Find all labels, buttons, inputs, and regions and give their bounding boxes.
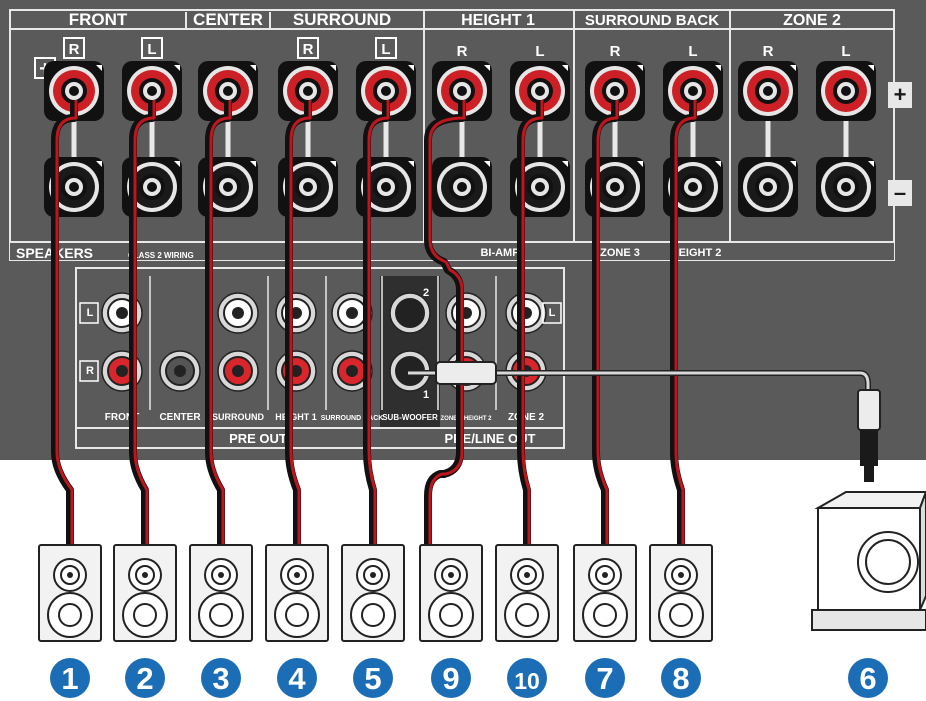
preout-label-zone2: ZONE 2 — [508, 412, 545, 423]
badge-speaker-1-number: 1 — [61, 661, 78, 696]
channel-label-height1-l: L — [535, 43, 544, 60]
terminal-negative-6[interactable] — [432, 157, 492, 217]
channel-label-surround-r: R — [303, 41, 314, 58]
badge-speaker-2: 2 — [125, 658, 165, 698]
preout-l-right: L — [549, 307, 556, 319]
badge-speaker-1: 1 — [50, 658, 90, 698]
sub-number-2: 2 — [423, 287, 429, 299]
badge-subwoofer: 6 — [848, 658, 888, 698]
rca-jack-6-top[interactable] — [389, 292, 431, 334]
terminal-negative-11[interactable] — [816, 157, 876, 217]
sub-number-1: 1 — [423, 389, 429, 401]
channel-label-front-r: R — [69, 41, 80, 58]
biamp-label: BI-AMP — [480, 247, 519, 259]
rca-jack-7-top[interactable] — [445, 292, 487, 334]
speaker-3 — [189, 544, 253, 642]
speaker-4 — [265, 544, 329, 642]
badge-speaker-4: 4 — [277, 658, 317, 698]
terminal-positive-10[interactable] — [738, 61, 798, 121]
rca-jack-8-top[interactable] — [505, 292, 547, 334]
subwoofer — [811, 491, 926, 631]
class2-label: CLASS 2 WIRING — [128, 251, 194, 260]
channel-label-surround-l: L — [381, 41, 390, 58]
height2-label: HEIGHT 2 — [671, 247, 722, 259]
channel-label-zone2-l: L — [841, 43, 850, 60]
preout-label-height1: HEIGHT 1 — [275, 412, 317, 422]
channel-label-front-l: L — [147, 41, 156, 58]
badge-subwoofer-number: 6 — [859, 661, 876, 696]
preout-label-surround: SURROUND — [212, 412, 265, 422]
preout-label-subwoofer: SUB-WOOFER — [382, 413, 438, 422]
rca-jack-3-top[interactable] — [217, 292, 259, 334]
badge-speaker-8: 8 — [661, 658, 701, 698]
rca-jack-3-bottom[interactable] — [217, 350, 259, 392]
terminal-negative-10[interactable] — [738, 157, 798, 217]
number-badges: 1 2 3 4 5 9 10 7 8 6 — [50, 658, 888, 698]
badge-speaker-8-number: 8 — [672, 661, 689, 696]
badge-speaker-5: 5 — [353, 658, 393, 698]
badge-speaker-9-number: 9 — [442, 661, 459, 696]
plus-marker-right: + — [894, 82, 907, 107]
speaker-10 — [495, 544, 559, 642]
speaker-7 — [573, 544, 637, 642]
rca-jack-2-bottom[interactable] — [159, 350, 201, 392]
speaker-8 — [649, 544, 713, 642]
preout-label-zone3-height2: ZONE 3 HEIGHT 2 — [440, 416, 492, 422]
channel-label-sb-l: L — [688, 43, 697, 60]
group-label-zone2: ZONE 2 — [783, 12, 841, 29]
badge-speaker-10: 10 — [507, 658, 547, 698]
preout-label-center: CENTER — [159, 412, 201, 423]
terminal-positive-11[interactable] — [816, 61, 876, 121]
badge-speaker-3-number: 3 — [212, 661, 229, 696]
group-label-surround: SURROUND — [293, 10, 391, 29]
badge-speaker-4-number: 4 — [288, 661, 306, 696]
badge-speaker-9: 9 — [431, 658, 471, 698]
group-label-height1: HEIGHT 1 — [461, 12, 535, 29]
preout-label-surround-back: SURROUND BACK — [321, 415, 384, 422]
badge-speaker-7-number: 7 — [596, 661, 613, 696]
zone3-label: ZONE 3 — [600, 247, 640, 259]
preout-l-left: L — [87, 307, 94, 319]
rca-jack-4-top[interactable] — [275, 292, 317, 334]
badge-speaker-3: 3 — [201, 658, 241, 698]
speaker-1 — [38, 544, 102, 642]
badge-speaker-7: 7 — [585, 658, 625, 698]
group-label-front: FRONT — [69, 10, 128, 29]
speaker-5 — [341, 544, 405, 642]
speaker-9 — [419, 544, 483, 642]
group-label-center: CENTER — [193, 10, 263, 29]
preout-r-left: R — [86, 365, 94, 377]
speaker-row — [38, 544, 713, 642]
channel-label-height1-r: R — [457, 43, 468, 60]
rca-jack-4-bottom[interactable] — [275, 350, 317, 392]
badge-speaker-5-number: 5 — [364, 661, 381, 696]
channel-label-zone2-r: R — [763, 43, 774, 60]
group-label-surround-back: SURROUND BACK — [585, 12, 719, 29]
badge-speaker-2-number: 2 — [136, 661, 153, 696]
pre-out-label: PRE OUT — [229, 431, 287, 446]
connection-diagram: FRONT CENTER SURROUND HEIGHT 1 SURROUND … — [0, 0, 926, 698]
speaker-2 — [113, 544, 177, 642]
channel-label-sb-r: R — [610, 43, 621, 60]
minus-marker-right: – — [894, 180, 906, 205]
badge-speaker-10-number: 10 — [514, 668, 540, 694]
